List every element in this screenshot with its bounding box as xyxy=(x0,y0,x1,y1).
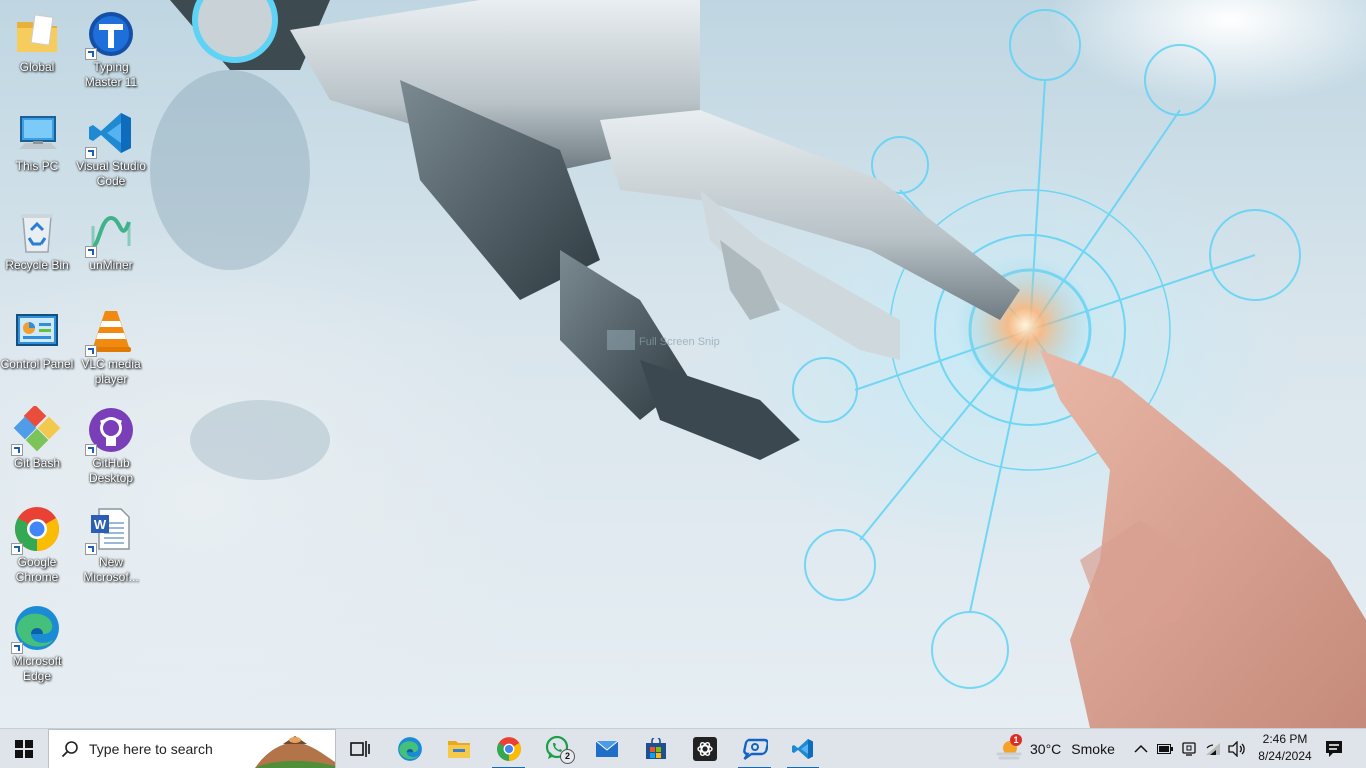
vscode-icon xyxy=(85,109,135,159)
shortcut-arrow-icon xyxy=(11,444,23,456)
desktop-icon-recycle-bin[interactable]: Recycle Bin xyxy=(0,202,74,294)
unminer-icon xyxy=(85,208,135,258)
word-document-icon: W xyxy=(85,505,135,555)
desktop-icon-typing-master[interactable]: Typing Master 11 xyxy=(74,4,148,96)
device-sync-icon xyxy=(1182,742,1196,756)
battery-tray-button[interactable] xyxy=(1154,729,1176,768)
weather-widget[interactable]: 1 30°C Smoke xyxy=(996,729,1115,768)
vscode-icon xyxy=(792,739,813,759)
desktop-icon-this-pc[interactable]: This PC xyxy=(0,103,74,195)
store-icon xyxy=(646,738,666,759)
desktop-icon-vlc[interactable]: VLC media player xyxy=(74,301,148,393)
desktop-icon-github-desktop[interactable]: GitHub Desktop xyxy=(74,400,148,492)
whatsapp-unread-badge: 2 xyxy=(560,749,575,764)
shortcut-arrow-icon xyxy=(11,642,23,654)
show-hidden-icons-button[interactable] xyxy=(1130,729,1152,768)
shortcut-arrow-icon xyxy=(85,345,97,357)
desktop-icon-global[interactable]: Global xyxy=(0,4,74,96)
taskbar-store-button[interactable] xyxy=(632,729,680,768)
github-desktop-icon xyxy=(85,406,135,456)
control-panel-icon xyxy=(13,307,61,355)
git-bash-icon xyxy=(11,406,61,456)
search-highlight-illustration-icon xyxy=(255,736,335,768)
desktop-icon-label: GitHub Desktop xyxy=(88,456,134,485)
taskbar: Type here to search 2 1 30°C Smoke 2:46 … xyxy=(0,728,1366,768)
quick-assist-icon xyxy=(742,738,768,760)
taskbar-quick-assist-button[interactable] xyxy=(730,729,779,768)
clock-date: 8/24/2024 xyxy=(1258,749,1312,763)
edge-icon xyxy=(11,604,61,654)
wifi-icon xyxy=(1206,743,1220,755)
clock-time: 2:46 PM xyxy=(1262,732,1308,746)
taskbar-chrome-button[interactable] xyxy=(484,729,533,768)
task-view-button[interactable] xyxy=(336,729,384,768)
desktop-icon-label: Control Panel xyxy=(0,357,74,371)
phone-link-tray-button[interactable] xyxy=(1178,729,1200,768)
desktop-icon-unminer[interactable]: unMiner xyxy=(74,202,148,294)
vlc-cone-icon xyxy=(85,307,135,357)
desktop-icon-label: Visual Studio Code xyxy=(76,159,146,188)
taskbar-clock[interactable]: 2:46 PM 8/24/2024 xyxy=(1244,731,1326,765)
desktop-icon-label: New Microsof... xyxy=(83,555,139,584)
recycle-bin-icon xyxy=(13,208,61,256)
shortcut-arrow-icon xyxy=(85,444,97,456)
battery-icon xyxy=(1157,744,1173,754)
desktop-wallpaper: Full Screen Snip xyxy=(0,0,1366,728)
file-explorer-icon xyxy=(448,741,470,758)
taskbar-chatgpt-button[interactable] xyxy=(681,729,729,768)
taskbar-edge-button[interactable] xyxy=(386,729,434,768)
start-button[interactable] xyxy=(0,729,48,768)
notification-icon xyxy=(1326,741,1342,757)
task-view-icon xyxy=(350,741,370,757)
taskbar-mail-button[interactable] xyxy=(583,729,631,768)
windows-logo-icon xyxy=(15,740,33,758)
desktop-icon-label: Microsoft Edge xyxy=(12,654,62,683)
desktop-icon-label: Recycle Bin xyxy=(5,258,69,272)
desktop-icon-label: unMiner xyxy=(89,258,133,272)
weather-temperature: 30°C xyxy=(1030,741,1062,757)
desktop-icon-git-bash[interactable]: Git Bash xyxy=(0,400,74,492)
desktop-icon-microsoft-edge[interactable]: Microsoft Edge xyxy=(0,598,74,690)
desktop-icon-google-chrome[interactable]: Google Chrome xyxy=(0,499,74,591)
desktop-icon-label: Git Bash xyxy=(13,456,61,470)
shortcut-arrow-icon xyxy=(11,543,23,555)
taskbar-vscode-button[interactable] xyxy=(779,729,827,768)
typing-master-icon xyxy=(85,10,135,60)
chevron-up-icon xyxy=(1134,744,1148,753)
chatgpt-icon xyxy=(693,737,717,761)
folder-icon xyxy=(13,10,61,58)
desktop-icon-label: This PC xyxy=(15,159,59,173)
snip-watermark: Full Screen Snip xyxy=(639,336,720,348)
svg-text:W: W xyxy=(94,517,107,532)
search-placeholder: Type here to search xyxy=(89,741,213,757)
mail-icon xyxy=(595,740,619,757)
edge-icon xyxy=(398,737,422,761)
desktop-icon-label: Typing Master 11 xyxy=(84,60,138,89)
desktop-icon-new-word-document[interactable]: W New Microsof... xyxy=(74,499,148,591)
shortcut-arrow-icon xyxy=(85,48,97,60)
desktop-icon-label: Google Chrome xyxy=(15,555,59,584)
shortcut-arrow-icon xyxy=(85,147,97,159)
weather-alert-badge: 1 xyxy=(1010,734,1022,746)
taskbar-file-explorer-button[interactable] xyxy=(435,729,483,768)
shortcut-arrow-icon xyxy=(85,246,97,258)
computer-icon xyxy=(13,109,61,157)
notification-center-button[interactable] xyxy=(1318,729,1350,768)
desktop-icon-label: Global xyxy=(19,60,55,74)
desktop-icon-control-panel[interactable]: Control Panel xyxy=(0,301,74,393)
chrome-icon xyxy=(11,505,61,555)
weather-condition: Smoke xyxy=(1071,741,1115,757)
taskbar-search-box[interactable]: Type here to search xyxy=(48,729,336,768)
search-icon xyxy=(61,741,78,758)
shortcut-arrow-icon xyxy=(85,543,97,555)
network-tray-button[interactable] xyxy=(1202,729,1224,768)
desktop-icon-vscode[interactable]: Visual Studio Code xyxy=(74,103,148,195)
chrome-icon xyxy=(496,737,521,761)
desktop-icon-label: VLC media player xyxy=(81,357,141,386)
taskbar-whatsapp-button[interactable]: 2 xyxy=(534,729,582,768)
